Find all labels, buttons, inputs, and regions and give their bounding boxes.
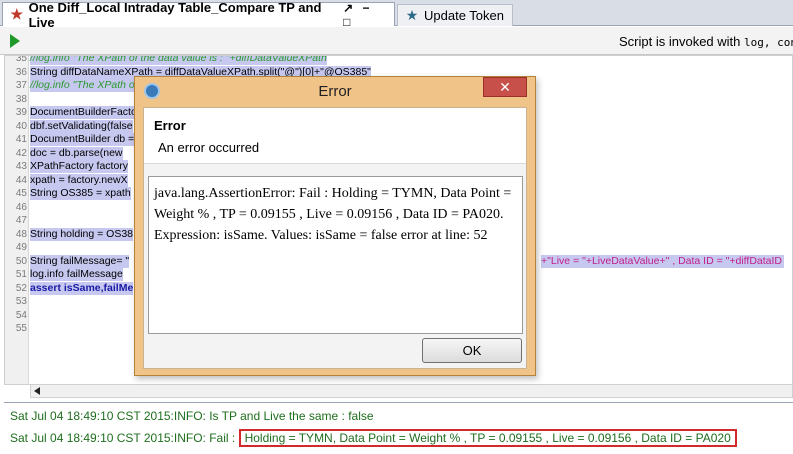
line-number: 54 — [15, 309, 27, 321]
horizontal-scrollbar[interactable] — [30, 384, 793, 398]
line-number: 39 — [15, 107, 27, 118]
line-number: 38 — [15, 93, 27, 105]
code-text: doc = db.parse(new — [30, 146, 123, 160]
scroll-left-icon[interactable] — [34, 387, 40, 395]
code-text: DocumentBuilderFacto — [30, 106, 137, 119]
run-icon[interactable] — [10, 34, 20, 48]
line-number: 48 — [15, 228, 27, 240]
line-number: 51 — [15, 269, 27, 280]
close-button[interactable]: ✕ — [483, 77, 527, 97]
line-number: 42 — [15, 147, 27, 159]
line-number: 36 — [15, 66, 27, 78]
tab-label: One Diff_Local Intraday Table_Compare TP… — [28, 0, 322, 30]
line-number: 52 — [15, 282, 27, 294]
tab-window-controls[interactable]: ↗ − □ — [343, 1, 388, 29]
line-number: 43 — [15, 161, 27, 172]
line-number: 47 — [15, 215, 27, 226]
line-number: 49 — [15, 242, 27, 253]
line-number: 44 — [15, 174, 27, 186]
code-text: dbf.setValidating(false — [30, 119, 133, 133]
dialog-header: Error An error occurred — [144, 108, 526, 164]
tab-compare-tp-live[interactable]: ★ One Diff_Local Intraday Table_Compare … — [2, 0, 395, 30]
line-number: 45 — [15, 188, 27, 199]
line-number: 46 — [15, 201, 27, 213]
code-text: String holding = OS38 — [30, 227, 134, 241]
ok-button[interactable]: OK — [422, 338, 522, 363]
tab-label: Update Token — [424, 8, 504, 23]
error-dialog: Error ✕ Error An error occurred java.lan… — [134, 76, 536, 376]
log-line: Sat Jul 04 18:49:10 CST 2015:INFO: Is TP… — [10, 409, 374, 423]
code-text: DocumentBuilder db = — [30, 133, 135, 146]
line-number: 35 — [15, 55, 27, 64]
tab-update-token[interactable]: ★ Update Token — [397, 4, 513, 26]
editor-tab-bar: ★ One Diff_Local Intraday Table_Compare … — [0, 0, 793, 30]
code-text: //log.info "The XPath of the data value … — [30, 56, 327, 65]
code-text: log.info failMessage — [30, 268, 123, 281]
error-heading: Error — [154, 118, 186, 133]
invoked-params: log, cont — [744, 36, 793, 49]
script-invoked-label: Script is invoked with log, cont — [619, 34, 793, 49]
error-subheading: An error occurred — [158, 140, 260, 155]
log-line: Sat Jul 04 18:49:10 CST 2015:INFO: Fail … — [10, 429, 737, 447]
highlighted-fail-message: Holding = TYMN, Data Point = Weight % , … — [238, 429, 737, 447]
line-number: 53 — [15, 296, 27, 307]
testcase-star-icon: ★ — [405, 7, 419, 23]
line-number: 41 — [15, 134, 27, 145]
line-number: 55 — [15, 323, 27, 334]
code-text-continued: +"Live = "+LiveDataValue+" , Data ID = "… — [541, 254, 784, 268]
dialog-body: Error An error occurred java.lang.Assert… — [143, 107, 527, 369]
line-number: 50 — [15, 255, 27, 267]
code-text: xpath = factory.newX — [30, 173, 128, 187]
code-text: String OS385 = xpath — [30, 187, 131, 200]
line-number: 37 — [15, 80, 27, 91]
dialog-title: Error — [318, 83, 352, 100]
line-number: 40 — [15, 120, 27, 132]
code-text: String failMessage= " — [30, 254, 130, 268]
code-text: XPathFactory factory — [30, 160, 129, 173]
error-message-text[interactable]: java.lang.AssertionError: Fail : Holding… — [148, 176, 523, 334]
script-toolbar: Script is invoked with log, cont — [0, 27, 793, 55]
log-console: Sat Jul 04 18:49:10 CST 2015:INFO: Is TP… — [4, 402, 793, 454]
code-text: assert isSame,failMe — [30, 281, 134, 295]
code-text: //log.info "The XPath o — [30, 79, 135, 92]
dialog-titlebar: Error ✕ — [135, 77, 535, 107]
testcase-star-icon: ★ — [10, 6, 24, 22]
code-line: 35//log.info "The XPath of the data valu… — [5, 55, 792, 65]
